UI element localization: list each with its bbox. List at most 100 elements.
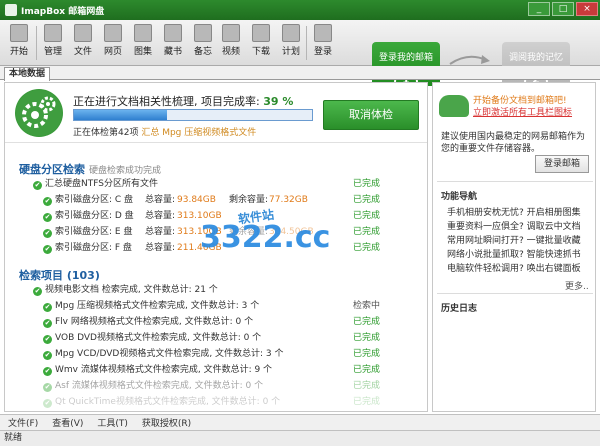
scan-progress-bar: [73, 109, 313, 121]
nav-link[interactable]: 电脑软件轻松调用? 唤出右键面板: [447, 261, 581, 274]
window-title: ImapBox 邮箱网盘: [21, 6, 105, 17]
status-badge: 已完成: [353, 381, 381, 391]
manage-icon: [44, 24, 62, 42]
main-toolbar: 开始 管理 文件 网页 图集 藏书 备忘 视频 下载 计划 登录 登录我的邮箱 …: [0, 20, 600, 88]
step-label: 调阅我的记忆: [508, 53, 563, 63]
mailbox-description: 建议使用国内最稳定的网易邮箱作为您的重要文件存储容器。: [441, 132, 586, 154]
check-icon: [43, 229, 52, 238]
book-icon: [164, 24, 182, 42]
partition-row: 索引磁盘分区: C 盘 总容量: 93.84GB 剩余容量: 77.32GB: [43, 193, 308, 207]
check-icon: [43, 245, 52, 254]
disk-section-title: 硬盘分区检索 硬盘检索成功完成: [19, 163, 162, 176]
window-controls: _ □ ×: [528, 2, 598, 16]
toolbar-files-button[interactable]: 文件: [70, 22, 96, 57]
check-icon: [43, 213, 52, 222]
list-item: Flv 网络视频格式文件检索完成, 文件数总计: 0 个: [43, 315, 253, 329]
partition-row: 索引磁盘分区: D 盘 总容量: 313.10GB: [43, 209, 222, 223]
status-badge: 已完成: [353, 179, 381, 189]
toolbar-gallery-button[interactable]: 图集: [130, 22, 156, 57]
search-section-title: 检索项目 (103): [19, 269, 100, 282]
status-bar: 就绪: [0, 430, 600, 446]
toolbar-memo-button[interactable]: 备忘: [190, 22, 216, 57]
list-item: Qt QuickTime视频格式文件检索完成, 文件数总计: 0 个: [43, 395, 280, 409]
menu-bar: 文件(F) 查看(V) 工具(T) 获取授权(R): [0, 414, 600, 430]
list-item: VOB DVD视频格式文件检索完成, 文件数总计: 0 个: [43, 331, 261, 345]
gear-icon: [15, 89, 63, 137]
menu-tools[interactable]: 工具(T): [97, 416, 128, 429]
check-icon: [33, 181, 42, 190]
status-badge: 已完成: [353, 243, 381, 253]
check-icon: [43, 367, 52, 376]
partition-row: 索引磁盘分区: E 盘 总容量: 313.10GB 剩余容量: 304.50GB: [43, 225, 314, 239]
status-badge: 已完成: [353, 333, 381, 343]
partition-row: 索引磁盘分区: F 盘 总容量: 211.46GB: [43, 241, 222, 255]
step-label: 登录我的邮箱: [378, 53, 433, 63]
nav-link[interactable]: 重要资料一应俱全? 调取云中文档: [447, 219, 581, 232]
toolbar-login-button[interactable]: 登录: [310, 22, 336, 57]
tab-bar: 本地数据: [0, 66, 600, 81]
status-badge: 已完成: [353, 349, 381, 359]
menu-license[interactable]: 获取授权(R): [142, 416, 191, 429]
activate-toolbar-link[interactable]: 立即激活所有工具栏图标: [473, 105, 572, 118]
title-bar: ImapBox 邮箱网盘 _ □ ×: [0, 0, 600, 20]
close-button[interactable]: ×: [576, 2, 598, 16]
toolbar-download-button[interactable]: 下载: [248, 22, 274, 57]
cancel-scan-button[interactable]: 取消体检: [323, 100, 419, 130]
login-icon: [314, 24, 332, 42]
gallery-icon: [134, 24, 152, 42]
menu-file[interactable]: 文件(F): [8, 416, 38, 429]
check-icon: [43, 351, 52, 360]
status-badge: 检索中: [353, 301, 381, 311]
nav-link[interactable]: 网络小说批量抓取? 智能快速抓书: [447, 247, 581, 260]
list-item: Mpg VCD/DVD视频格式文件检索完成, 文件数总计: 3 个: [43, 347, 284, 361]
more-link[interactable]: 更多..: [565, 279, 589, 292]
toolbar-webpage-button[interactable]: 网页: [100, 22, 126, 57]
sidebar-panel: 开始备份文档到邮箱吧! 立即激活所有工具栏图标 建议使用国内最稳定的网易邮箱作为…: [432, 82, 596, 412]
progress-fill: [74, 110, 167, 120]
list-item: Asf 流媒体视频格式文件检索完成, 文件数总计: 0 个: [43, 379, 263, 393]
disk-summary-row: 汇总硬盘NTFS分区所有文件: [33, 177, 158, 191]
scan-progress-text: 正在进行文档相关性梳理, 项目完成率: 39 %: [73, 95, 294, 108]
check-icon: [43, 197, 52, 206]
toolbar-video-button[interactable]: 视频: [218, 22, 244, 57]
status-badge: 已完成: [353, 397, 381, 407]
toolbar-schedule-button[interactable]: 计划: [278, 22, 304, 57]
divider: [437, 293, 593, 294]
calendar-icon: [282, 24, 300, 42]
search-summary-row: 视频电影文档 检索完成, 文件数总计: 21 个: [33, 283, 218, 297]
watermark-text: 3322.cc: [200, 220, 331, 255]
video-icon: [222, 24, 240, 42]
divider: [437, 181, 593, 182]
check-icon: [43, 383, 52, 392]
tab-local-data[interactable]: 本地数据: [4, 67, 51, 81]
check-icon: [43, 335, 52, 344]
cloud-backup-icon: [439, 95, 469, 117]
toolbar-books-button[interactable]: 藏书: [160, 22, 186, 57]
toolbar-divider: [306, 26, 307, 60]
download-icon: [252, 24, 270, 42]
list-item: Wmv 流媒体视频格式文件检索完成, 文件数总计: 9 个: [43, 363, 272, 377]
app-logo-icon: [5, 4, 17, 16]
memo-icon: [194, 24, 212, 42]
minimize-button[interactable]: _: [528, 2, 550, 16]
login-mailbox-button[interactable]: 登录邮箱: [535, 155, 589, 173]
nav-link[interactable]: 手机相册安枕无忧? 开启相册图集: [447, 205, 581, 218]
home-icon: [10, 24, 28, 42]
file-icon: [74, 24, 92, 42]
toolbar-start-button[interactable]: 开始: [6, 22, 32, 57]
toolbar-divider: [36, 26, 37, 60]
toolbar-manage-button[interactable]: 管理: [40, 22, 66, 57]
current-scan-item: 正在体检第42项 汇总 Mpg 压缩视频格式文件: [73, 128, 257, 138]
status-badge: 已完成: [353, 211, 381, 221]
list-item: Mpg 压缩视频格式文件检索完成, 文件数总计: 3 个: [43, 299, 259, 313]
nav-link[interactable]: 常用网址瞬间打开? 一键批量收藏: [447, 233, 581, 246]
maximize-button[interactable]: □: [552, 2, 574, 16]
status-badge: 已完成: [353, 227, 381, 237]
scan-status-header: 正在进行文档相关性梳理, 项目完成率: 39 % 正在体检第42项 汇总 Mpg…: [5, 83, 427, 143]
backup-promo: 开始备份文档到邮箱吧! 立即激活所有工具栏图标: [439, 91, 591, 127]
history-log-title: 历史日志: [441, 304, 478, 314]
check-icon: [43, 303, 52, 312]
check-icon: [43, 399, 52, 408]
scan-percent: 39 %: [263, 95, 294, 108]
menu-view[interactable]: 查看(V): [52, 416, 83, 429]
